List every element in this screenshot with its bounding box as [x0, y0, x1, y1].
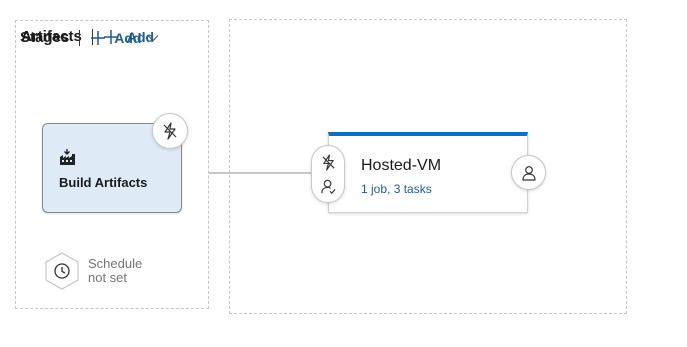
- pre-deployment-conditions[interactable]: [311, 145, 345, 203]
- add-stage-button[interactable]: Add: [90, 30, 167, 46]
- schedule-line2: not set: [88, 270, 128, 285]
- plus-icon: [91, 30, 106, 45]
- stages-title: Stages: [20, 29, 70, 46]
- lightning-icon[interactable]: [320, 154, 337, 171]
- stage-card-hosted-vm[interactable]: Hosted-VM 1 job, 3 tasks: [328, 132, 528, 213]
- header-separator: [79, 29, 81, 46]
- pipeline-connector: [209, 172, 312, 174]
- stage-job-summary-link[interactable]: 1 job, 3 tasks: [361, 182, 432, 196]
- schedule-status: Schedule not set: [88, 257, 142, 285]
- build-icon: [60, 149, 75, 165]
- continuous-deployment-trigger-button[interactable]: [152, 113, 188, 149]
- stage-name: Hosted-VM: [361, 157, 442, 174]
- stages-header: Stages Add: [20, 29, 167, 46]
- add-stage-label: Add: [114, 29, 142, 46]
- post-deployment-conditions-button[interactable]: [511, 155, 546, 190]
- person-icon: [521, 165, 536, 181]
- schedule-line1: Schedule: [88, 256, 143, 271]
- schedule-button[interactable]: [44, 252, 80, 290]
- chevron-down-icon: [147, 34, 159, 41]
- approver-icon[interactable]: [320, 178, 337, 195]
- artifact-card-label: Build Artifacts: [59, 175, 148, 190]
- lightning-icon: [163, 122, 177, 140]
